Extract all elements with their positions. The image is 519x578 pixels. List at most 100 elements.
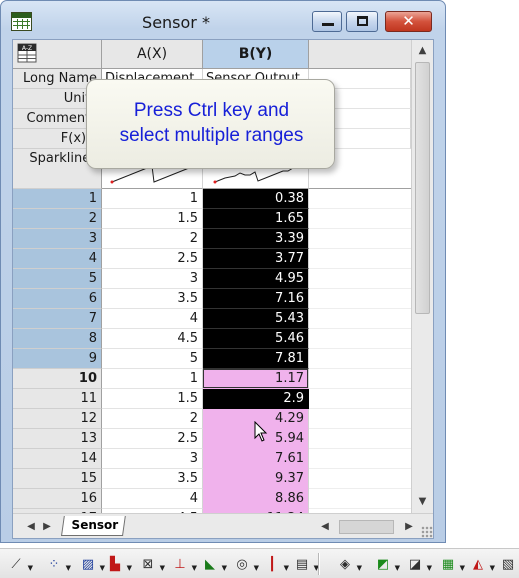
cell-a[interactable]: 2.5: [102, 429, 203, 449]
chevron-down-icon[interactable]: ▼: [222, 560, 227, 576]
3d-scatter-icon[interactable]: ◪ ▼: [405, 557, 432, 573]
cell-a[interactable]: 1: [102, 369, 203, 389]
chevron-down-icon[interactable]: ▼: [427, 560, 432, 576]
row-header[interactable]: 2: [13, 209, 102, 229]
row-header[interactable]: 9: [13, 349, 102, 369]
polar-plot-icon[interactable]: ◎ ▼: [232, 557, 259, 573]
cell-a[interactable]: 5: [102, 349, 203, 369]
horizontal-scrollbar[interactable]: ◀ ▶: [313, 514, 419, 538]
cell-b[interactable]: 7.61: [203, 449, 309, 469]
window-title: Sensor *: [142, 13, 210, 32]
cell-b[interactable]: 5.43: [203, 309, 309, 329]
cell-b[interactable]: 4.95: [203, 269, 309, 289]
row-header[interactable]: 14: [13, 449, 102, 469]
resize-grip[interactable]: [421, 526, 433, 538]
cell-b[interactable]: 9.37: [203, 469, 309, 489]
row-header[interactable]: 5: [13, 269, 102, 289]
chevron-down-icon[interactable]: ▼: [192, 560, 197, 576]
row-header[interactable]: 16: [13, 489, 102, 509]
cell-a[interactable]: 2: [102, 409, 203, 429]
column-header-b[interactable]: B(Y): [203, 40, 309, 69]
cell-b[interactable]: 1.17: [203, 369, 309, 389]
cell-a[interactable]: 4.5: [102, 329, 203, 349]
vertical-scrollbar[interactable]: ▲ ▼: [411, 40, 433, 513]
stock-plot-icon[interactable]: ┃ ▼: [262, 557, 289, 573]
heatmap-icon[interactable]: ▦ ▼: [438, 557, 465, 573]
minimize-button[interactable]: [312, 11, 342, 32]
chevron-down-icon[interactable]: ▼: [490, 560, 495, 576]
scroll-up-icon[interactable]: ▲: [414, 42, 431, 59]
contour-plot-icon[interactable]: ◣ ▼: [200, 557, 227, 573]
chevron-down-icon[interactable]: ▼: [160, 560, 165, 576]
cell-b[interactable]: 1.65: [203, 209, 309, 229]
chevron-down-icon[interactable]: ▼: [28, 560, 33, 576]
row-header[interactable]: 3: [13, 229, 102, 249]
chevron-down-icon[interactable]: ▼: [284, 560, 289, 576]
chevron-down-icon[interactable]: ▼: [127, 560, 132, 576]
cell-b[interactable]: 0.38: [203, 189, 309, 209]
cell-a[interactable]: 2: [102, 229, 203, 249]
maximize-button[interactable]: [346, 11, 378, 32]
row-header[interactable]: 15: [13, 469, 102, 489]
row-header[interactable]: 12: [13, 409, 102, 429]
title-bar[interactable]: Sensor * ✕: [1, 1, 445, 39]
cell-b[interactable]: 3.77: [203, 249, 309, 269]
horizontal-scroll-thumb[interactable]: [339, 520, 394, 534]
scroll-down-icon[interactable]: ▼: [414, 493, 431, 510]
tab-next-icon[interactable]: ▶: [41, 519, 53, 534]
stat-plot-icon[interactable]: ◭ ▼: [468, 557, 495, 573]
3d-plot-icon[interactable]: ◈ ▼: [335, 557, 362, 573]
column-plot-icon[interactable]: ▙ ▼: [105, 557, 132, 573]
cell-empty: [309, 229, 411, 249]
row-header[interactable]: 6: [13, 289, 102, 309]
cell-b[interactable]: 2.9: [203, 389, 309, 409]
corner-cell[interactable]: A-Z: [13, 40, 102, 69]
vertical-scroll-thumb[interactable]: [415, 62, 430, 314]
sheet-tab-sensor[interactable]: Sensor: [61, 516, 126, 536]
scatter-plot-icon[interactable]: ⁘ ▼: [44, 557, 71, 573]
cell-a[interactable]: 3.5: [102, 469, 203, 489]
row-header[interactable]: 7: [13, 309, 102, 329]
cell-a[interactable]: 4: [102, 489, 203, 509]
cell-a[interactable]: 3: [102, 269, 203, 289]
matrix-plot-icon[interactable]: ⊠ ▼: [138, 557, 165, 573]
close-button[interactable]: ✕: [385, 11, 432, 32]
chevron-down-icon[interactable]: ▼: [395, 560, 400, 576]
area-plot-icon[interactable]: ▨ ▼: [78, 557, 105, 573]
column-header-a[interactable]: A(X): [102, 40, 203, 69]
scroll-left-icon[interactable]: ◀: [319, 519, 331, 534]
chevron-down-icon[interactable]: ▼: [66, 560, 71, 576]
3d-surface-icon[interactable]: ◩ ▼: [373, 557, 400, 573]
chevron-down-icon[interactable]: ▼: [254, 560, 259, 576]
cell-a[interactable]: 2.5: [102, 249, 203, 269]
row-header[interactable]: 11: [13, 389, 102, 409]
cell-a[interactable]: 1.5: [102, 389, 203, 409]
chevron-down-icon[interactable]: ▼: [460, 560, 465, 576]
cell-a[interactable]: 3: [102, 449, 203, 469]
cell-a[interactable]: 1.5: [102, 209, 203, 229]
cell-a[interactable]: 4: [102, 309, 203, 329]
app-worksheet-icon[interactable]: [11, 12, 32, 31]
cell-b[interactable]: 7.81: [203, 349, 309, 369]
cell-a[interactable]: 1: [102, 189, 203, 209]
scroll-right-icon[interactable]: ▶: [403, 519, 415, 534]
row-header[interactable]: 13: [13, 429, 102, 449]
cell-b[interactable]: 8.86: [203, 489, 309, 509]
cell-b[interactable]: 7.16: [203, 289, 309, 309]
minimize-icon: [322, 23, 334, 26]
template-icon[interactable]: ▤ ▼: [292, 557, 319, 573]
row-header[interactable]: 1: [13, 189, 102, 209]
cell-a[interactable]: 3.5: [102, 289, 203, 309]
cell-empty: [309, 289, 411, 309]
column-header-empty: [309, 40, 411, 69]
cell-b[interactable]: 5.46: [203, 329, 309, 349]
box-plot-icon[interactable]: ⊥ ▼: [170, 557, 197, 573]
chevron-down-icon[interactable]: ▼: [357, 560, 362, 576]
row-header[interactable]: 10: [13, 369, 102, 389]
row-header[interactable]: 8: [13, 329, 102, 349]
cell-b[interactable]: 3.39: [203, 229, 309, 249]
line-plot-icon[interactable]: ⟋ ▼: [6, 557, 33, 573]
row-header[interactable]: 4: [13, 249, 102, 269]
more-icon[interactable]: ▧: [498, 557, 518, 573]
tab-prev-icon[interactable]: ◀: [25, 519, 37, 534]
